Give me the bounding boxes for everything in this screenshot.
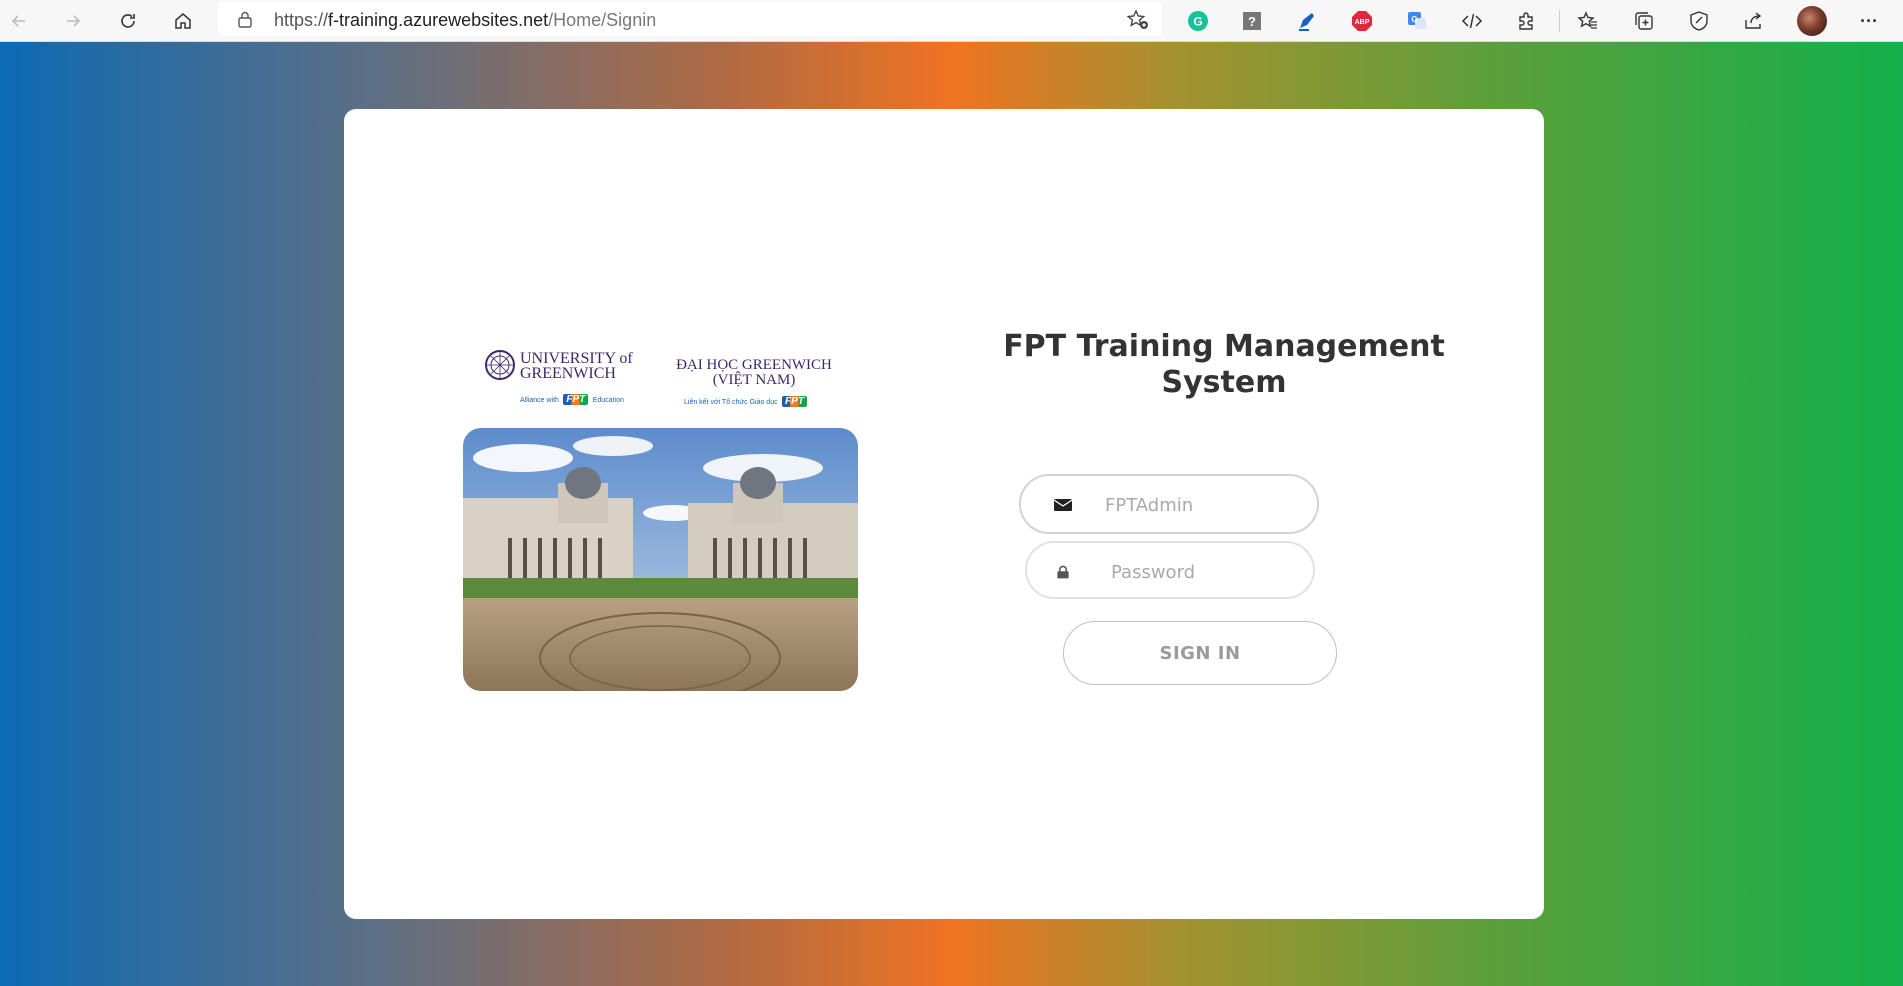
lock-icon (1057, 565, 1069, 579)
password-field[interactable] (1025, 541, 1363, 599)
forward-button[interactable] (58, 6, 88, 36)
home-icon (175, 13, 191, 29)
dev-tools-button[interactable] (1458, 7, 1486, 35)
campus-photo-image (463, 428, 858, 691)
help-extension-button[interactable]: ? (1238, 7, 1266, 35)
help-extension-icon: ? (1243, 12, 1261, 30)
profile-avatar[interactable] (1797, 6, 1827, 36)
favorites-icon (1577, 11, 1597, 29)
campus-photo (463, 428, 858, 691)
collections-icon (1635, 12, 1653, 30)
greenwich-alliance: Alliance with FPT Education (520, 389, 624, 407)
url-path: /Home/Signin (548, 10, 657, 30)
password-input[interactable] (1109, 553, 1363, 591)
arrow-right-icon (67, 15, 81, 27)
fpt-badge-vn: FPT (782, 396, 807, 407)
alliance-text: Alliance with (520, 397, 559, 404)
dev-tools-icon (1461, 13, 1483, 29)
svg-text:?: ? (1248, 14, 1256, 29)
username-input[interactable] (1103, 486, 1357, 524)
url-prefix: https:// (274, 10, 329, 30)
google-translate-icon: G (1408, 12, 1426, 29)
settings-menu-button[interactable]: ··· (1855, 7, 1883, 35)
address-bar[interactable]: https://f-training.azurewebsites.net/Hom… (218, 2, 1162, 36)
extensions-puzzle-icon (1519, 12, 1533, 30)
svg-text:G: G (1411, 15, 1417, 24)
adblock-plus-button[interactable]: ABP (1348, 7, 1376, 35)
vn-line2: (VIỆT NAM) (712, 372, 796, 388)
pen-extension-button[interactable] (1293, 7, 1321, 35)
favorites-button[interactable] (1574, 7, 1602, 35)
collections-button[interactable] (1630, 7, 1658, 35)
vn-tagline: Liên kết với Tổ chức Giáo dục (684, 399, 778, 406)
greenwich-crest-icon (485, 350, 515, 380)
pen-extension-icon (1299, 13, 1314, 31)
grammarly-button[interactable]: G (1184, 7, 1212, 35)
back-button[interactable] (4, 6, 34, 36)
browser-toolbar: https://f-training.azurewebsites.net/Hom… (0, 0, 1903, 42)
username-field[interactable] (1019, 474, 1357, 534)
toolbar-separator (1559, 10, 1560, 32)
url-domain: f-training.azurewebsites.net (328, 10, 549, 30)
arrow-left-icon (11, 15, 25, 27)
home-button[interactable] (168, 6, 198, 36)
vn-line1: ĐẠI HỌC GREENWICH (676, 357, 832, 373)
grammarly-icon: G (1188, 11, 1208, 31)
lock-icon (238, 11, 252, 28)
vn-tagline-row: Liên kết với Tổ chức Giáo dục FPT (684, 391, 807, 409)
refresh-icon (121, 14, 135, 28)
login-card: UNIVERSITY of GREENWICH Alliance with FP… (344, 109, 1544, 919)
browser-essentials-button[interactable] (1685, 7, 1713, 35)
page-background: UNIVERSITY of GREENWICH Alliance with FP… (0, 42, 1903, 986)
greenwich-line2: GREENWICH (520, 365, 616, 382)
greenwich-logo: UNIVERSITY of GREENWICH Alliance with FP… (484, 349, 644, 409)
svg-text:G: G (1193, 15, 1202, 29)
add-favorite-icon[interactable] (1126, 8, 1150, 32)
google-translate-button[interactable]: G (1403, 7, 1431, 35)
share-button[interactable] (1740, 7, 1768, 35)
adblock-plus-icon: ABP (1352, 11, 1372, 31)
url-text: https://f-training.azurewebsites.net/Hom… (274, 10, 656, 31)
fpt-badge: FPT (563, 394, 589, 405)
share-icon (1745, 12, 1762, 29)
refresh-button[interactable] (113, 6, 143, 36)
greenwich-vietnam-logo: ĐẠI HỌC GREENWICH (VIỆT NAM) Liên kết vớ… (664, 349, 844, 409)
browser-essentials-icon (1690, 11, 1708, 31)
envelope-icon (1053, 499, 1073, 511)
page-title: FPT Training Management System (1003, 329, 1445, 400)
extensions-button[interactable] (1513, 7, 1541, 35)
education-text: Education (592, 397, 624, 404)
sign-in-button[interactable]: SIGN IN (1063, 621, 1337, 685)
svg-text:ABP: ABP (1355, 19, 1370, 26)
